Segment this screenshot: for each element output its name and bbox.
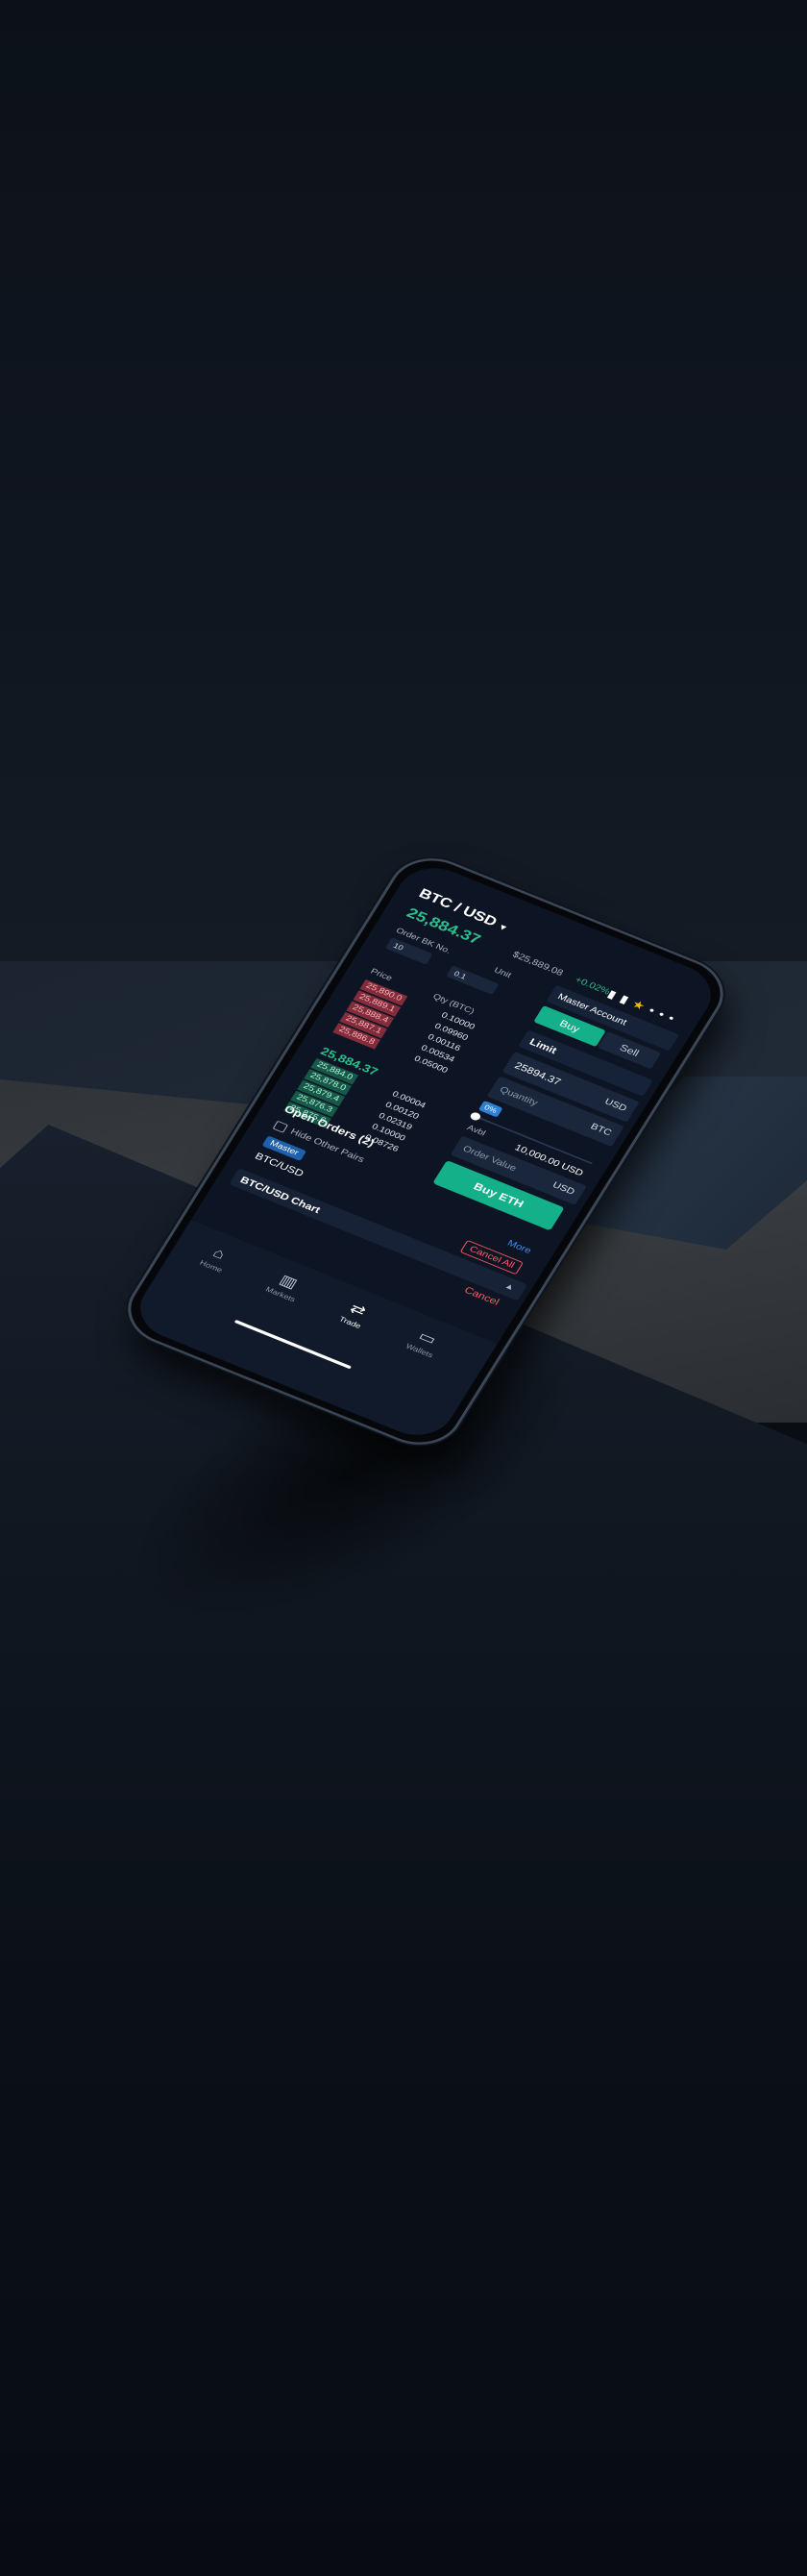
price-currency: USD <box>602 1097 629 1114</box>
chevron-up-icon: ▲ <box>502 1281 517 1293</box>
tab-markets[interactable]: ▥ Markets <box>252 1264 320 1308</box>
quantity-currency: BTC <box>588 1121 614 1138</box>
available-label: Avbl <box>465 1123 487 1138</box>
phone-wrap: BTC / USD▼ 25,884.37 $25,889.08 +0.02% ▮… <box>0 0 807 2576</box>
price-column-header: Price <box>368 967 394 983</box>
checkbox-icon[interactable] <box>272 1120 289 1133</box>
smartphone: BTC / USD▼ 25,884.37 $25,889.08 +0.02% ▮… <box>112 846 739 1457</box>
percent-badge: 0% <box>477 1100 503 1118</box>
chevron-down-icon: ▼ <box>496 922 510 934</box>
quantity-placeholder: Quantity <box>498 1084 540 1108</box>
tab-home[interactable]: ⌂ Home <box>183 1236 251 1280</box>
price-value: 25894.37 <box>512 1059 564 1088</box>
more-link[interactable]: More <box>505 1239 533 1256</box>
tab-wallets[interactable]: ▭ Wallets <box>391 1320 459 1364</box>
home-indicator <box>233 1319 352 1370</box>
tab-trade[interactable]: ⇄ Trade <box>321 1292 389 1336</box>
order-value-currency: USD <box>550 1179 576 1198</box>
unit-select[interactable]: 0.1 <box>446 965 500 995</box>
slider-knob[interactable] <box>469 1111 482 1122</box>
phone-screen: BTC / USD▼ 25,884.37 $25,889.08 +0.02% ▮… <box>127 857 724 1446</box>
chart-label: BTC/USD Chart <box>237 1174 323 1216</box>
unit-label: Unit <box>492 966 513 980</box>
reference-price: $25,889.08 <box>510 950 565 978</box>
qty-column-header: Qty (BTC) <box>430 992 477 1017</box>
